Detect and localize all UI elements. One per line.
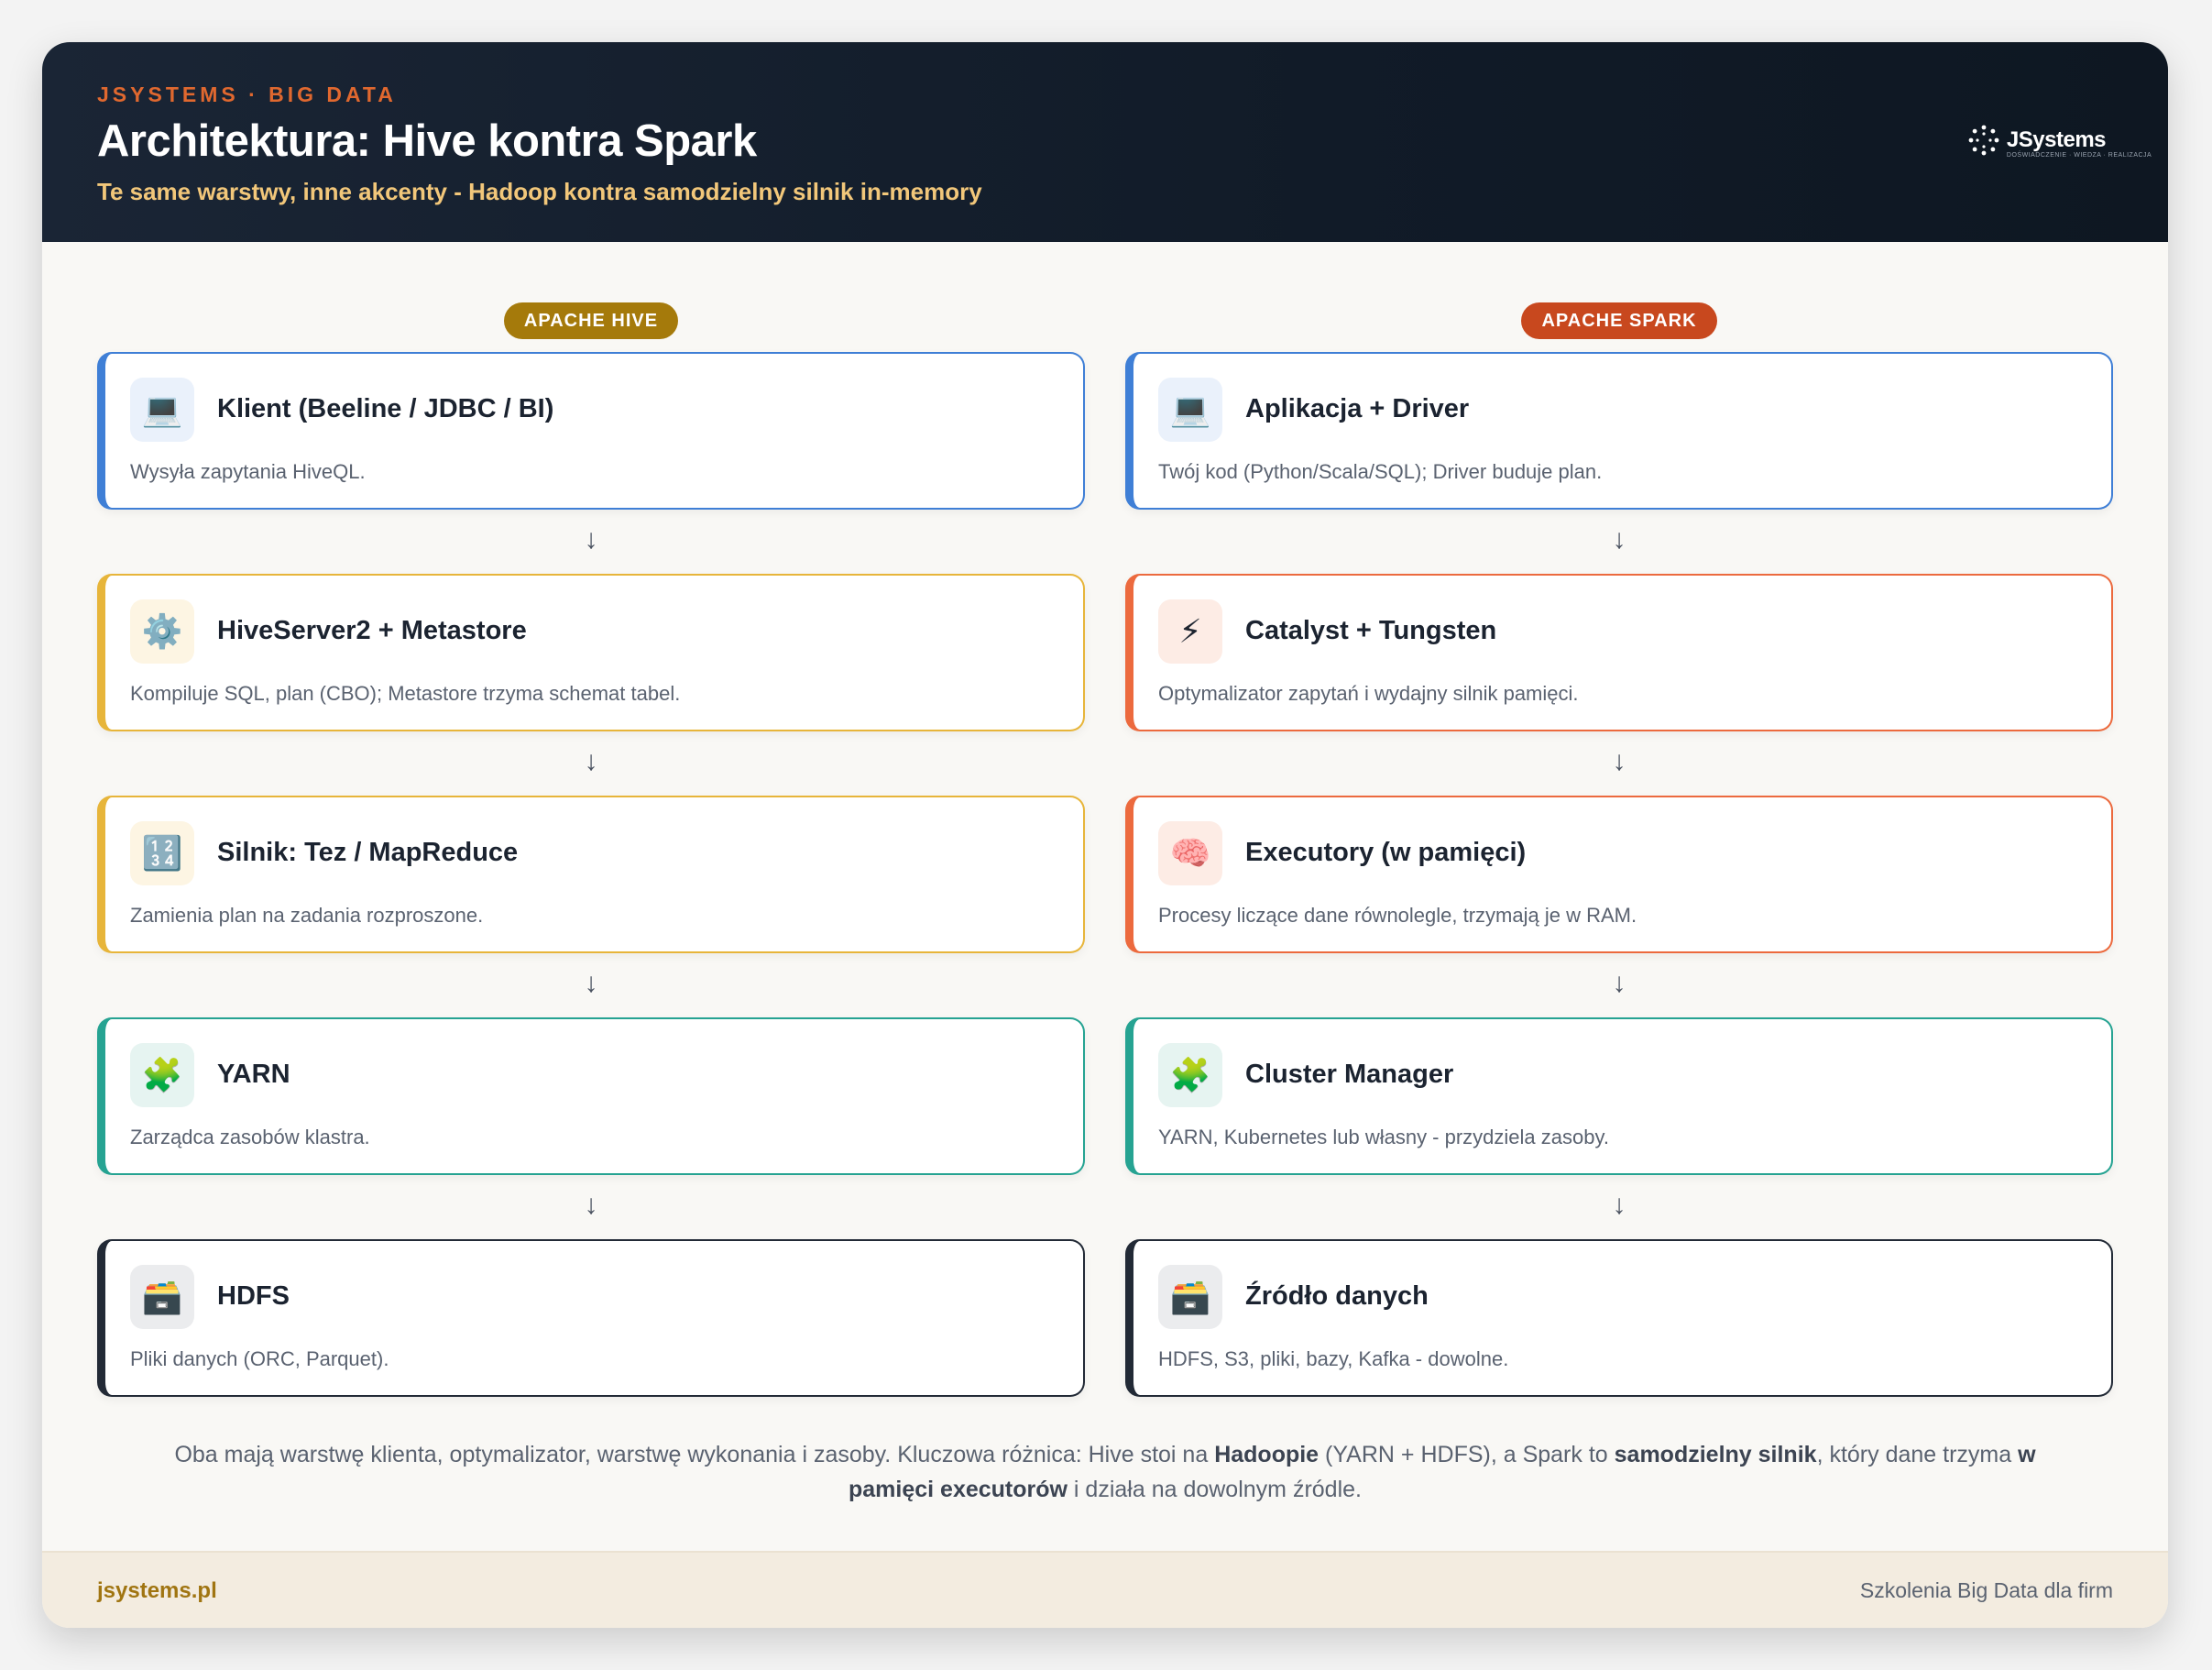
storage-icon: 🗃️ [1158,1265,1222,1329]
brain-icon: 🧠 [1158,821,1222,885]
gear-icon: ⚙️ [130,599,194,664]
laptop-icon: 💻 [1158,378,1222,442]
layer-title: Executory (w pamięci) [1245,838,1527,867]
layer-title: HDFS [217,1281,290,1311]
layer-title: Catalyst + Tungsten [1245,616,1497,645]
page-subtitle: Te same warstwy, inne akcenty - Hadoop k… [97,178,982,205]
spark-layer-card: ⚡ Catalyst + Tungsten Optymalizator zapyta… [1125,574,2113,731]
laptop-icon: 💻 [130,378,194,442]
numbers-icon: 🔢 [130,821,194,885]
layer-description: Kompiluje SQL, plan (CBO); Metastore trz… [130,682,681,705]
hive-layer-card: 🧩 YARN Zarządca zasobów klastra. [97,1017,1085,1175]
page-title: Architektura: Hive kontra Spark [97,116,757,166]
footer: jsystems.pl Szkolenia Big Data dla firm [42,1551,2168,1628]
layer-description: YARN, Kubernetes lub własny - przydziela… [1158,1126,1609,1148]
down-arrow-icon: ↓ [1612,1190,1626,1220]
layer-description: Procesy liczące dane równolegle, trzymaj… [1158,904,1637,927]
down-arrow-icon: ↓ [584,746,598,776]
layer-description: Twój kod (Python/Scala/SQL); Driver budu… [1158,460,1603,483]
hive-label-pill: APACHE HIVE [503,302,679,339]
slide-frame: JSYSTEMS · BIG DATA Architektura: Hive k… [42,42,2168,1628]
puzzle-icon: 🧩 [130,1043,194,1107]
spark-column: APACHE SPARK 💻 Aplikacja + Driver Twój kod… [1125,302,2113,1397]
layer-title: Cluster Manager [1245,1060,1454,1089]
layer-title: YARN [217,1060,290,1089]
summary-text: Oba mają warstwę klienta, optymalizator,… [174,1442,2036,1502]
kicker: JSYSTEMS · BIG DATA [97,82,397,106]
storage-icon: 🗃️ [130,1265,194,1329]
footer-tagline: Szkolenia Big Data dla firm [1859,1578,2113,1602]
spark-layer-card: 💻 Aplikacja + Driver Twój kod (Python/Scal… [1125,352,2113,510]
footer-link[interactable]: jsystems.pl [97,1578,217,1604]
down-arrow-icon: ↓ [584,524,598,555]
spark-layer-card: 🧠 Executory (w pamięci) Procesy liczące da… [1125,796,2113,953]
layer-title: Silnik: Tez / MapReduce [217,838,519,867]
layer-description: Zarządca zasobów klastra. [130,1126,370,1148]
hive-column: APACHE HIVE 💻 Klient (Beeline / JDBC / BI… [97,302,1085,1397]
down-arrow-icon: ↓ [1612,968,1626,998]
logo-tagline: DOŚWIADCZENIE · WIEDZA · REALIZACJA [2006,152,2152,159]
layer-description: Optymalizator zapytań i wydajny silnik p… [1158,682,1579,705]
layer-description: Wysyła zapytania HiveQL. [130,460,366,483]
logo-mark-icon [1968,125,1999,156]
spark-layer-card: 🧩 Cluster Manager YARN, Kubernetes lub wła… [1125,1017,2113,1175]
jsystems-logo: JSystems DOŚWIADCZENIE · WIEDZA · REALIZ… [1968,125,2152,159]
puzzle-icon: 🧩 [1158,1043,1222,1107]
spark-label-pill: APACHE SPARK [1521,302,1717,339]
down-arrow-icon: ↓ [584,1190,598,1220]
emphasis-hadoop: Hadoopie [1214,1442,1320,1467]
hive-layer-card: 💻 Klient (Beeline / JDBC / BI) Wysyła zapy… [97,352,1085,510]
hive-layer-card: 🔢 Silnik: Tez / MapReduce Zamienia plan na… [97,796,1085,953]
hive-layer-card: 🗃️ HDFS Pliki danych (ORC, Parquet). [97,1239,1085,1397]
hive-layer-card: ⚙️ HiveServer2 + Metastore Kompiluje SQL, … [97,574,1085,731]
down-arrow-icon: ↓ [584,968,598,998]
layer-title: Aplikacja + Driver [1245,394,1470,423]
down-arrow-icon: ↓ [1612,746,1626,776]
layer-title: Źródło danych [1245,1281,1429,1311]
header: JSYSTEMS · BIG DATA Architektura: Hive k… [42,42,2168,242]
layer-description: Pliki danych (ORC, Parquet). [130,1347,389,1370]
layer-title: Klient (Beeline / JDBC / BI) [217,394,554,423]
layer-title: HiveServer2 + Metastore [217,616,527,645]
layer-description: HDFS, S3, pliki, bazy, Kafka - dowolne. [1158,1347,1509,1370]
down-arrow-icon: ↓ [1612,524,1626,555]
emphasis-standalone-engine: samodzielny silnik [1614,1442,1817,1467]
spark-layer-card: 🗃️ Źródło danych HDFS, S3, pliki, bazy, Ka… [1125,1239,2113,1397]
layer-description: Zamienia plan na zadania rozproszone. [130,904,484,927]
lightning-icon: ⚡ [1158,599,1222,664]
logo-text: JSystems [2006,127,2107,152]
